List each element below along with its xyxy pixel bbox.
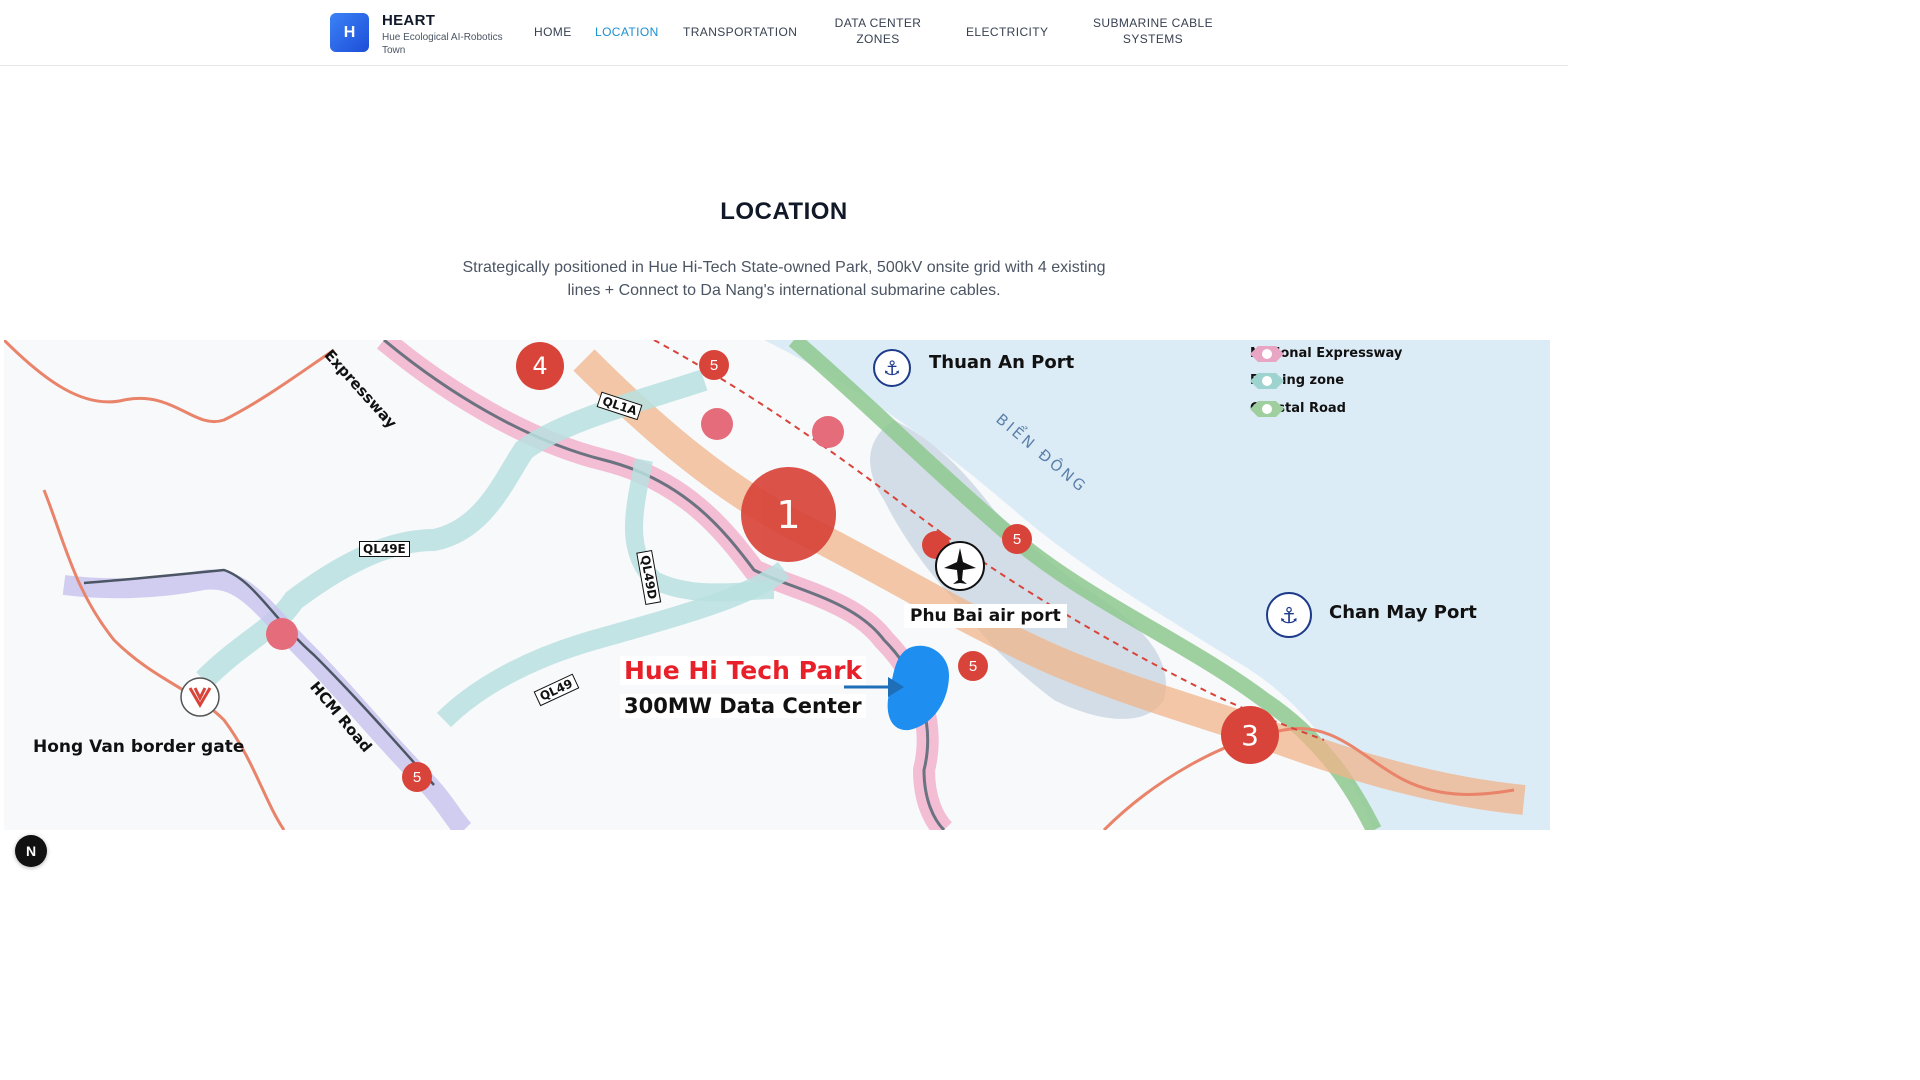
route-5-marker: 5 <box>958 651 988 681</box>
border-line-left <box>42 489 286 830</box>
route-5-marker: 5 <box>402 762 432 792</box>
legend-national-expressway: National Expressway <box>1250 346 1402 362</box>
data-center-label: 300MW Data Center <box>620 694 866 718</box>
section-description: Strategically positioned in Hue Hi-Tech … <box>462 259 1106 299</box>
zone-3-marker[interactable]: 3 <box>1221 706 1279 764</box>
nav-electricity[interactable]: ELECTRICITY <box>966 24 1048 40</box>
nav-transportation[interactable]: TRANSPORTATION <box>683 24 797 40</box>
nextjs-dev-badge[interactable]: N <box>15 835 47 867</box>
nav-home[interactable]: HOME <box>534 24 572 40</box>
route-5-marker: 5 <box>699 350 729 380</box>
brand-title[interactable]: HEART <box>382 12 435 29</box>
legend-planing-zone: Planing zone <box>1250 373 1344 389</box>
top-navbar: H HEART Hue Ecological AI-Robotics Town … <box>0 0 1568 66</box>
logo-icon[interactable]: H <box>330 13 369 52</box>
marker-dot <box>812 416 844 448</box>
border-line-top <box>4 340 335 424</box>
route-5-marker: 5 <box>1002 524 1032 554</box>
legend-swatch-planning <box>1250 373 1284 389</box>
svg-text:⚓: ⚓ <box>1279 604 1299 629</box>
legend-swatch-coastal <box>1250 401 1284 417</box>
hong-van-border-gate-label: Hong Van border gate <box>33 737 245 757</box>
thuan-an-port-label: Thuan An Port <box>929 352 1075 373</box>
legend-coastal-road: Coastal Road <box>1250 401 1346 417</box>
phu-bai-airport-label: Phu Bai air port <box>904 604 1067 628</box>
zone-1-marker[interactable]: 1 <box>741 467 836 562</box>
nav-location[interactable]: LOCATION <box>595 24 659 40</box>
nav-data-center-zones[interactable]: DATA CENTER ZONES <box>828 15 928 47</box>
chan-may-port-label: Chan May Port <box>1329 602 1477 623</box>
marker-dot <box>266 618 298 650</box>
legend-swatch-expressway <box>1250 346 1284 362</box>
location-map: ⚓ ⚓ 1 3 4 5 5 5 5 Thuan An Port Chan May… <box>4 340 1550 830</box>
ql49e-label: QL49E <box>359 541 410 557</box>
hue-hi-tech-park-label: Hue Hi Tech Park <box>620 656 867 685</box>
brand-subtitle: Hue Ecological AI-Robotics Town <box>382 32 503 56</box>
nav-submarine-cable-systems[interactable]: SUBMARINE CABLE SYSTEMS <box>1092 15 1214 47</box>
section-title: LOCATION <box>720 198 848 225</box>
marker-dot <box>701 408 733 440</box>
svg-text:⚓: ⚓ <box>883 356 901 380</box>
zone-4-marker[interactable]: 4 <box>516 342 564 390</box>
